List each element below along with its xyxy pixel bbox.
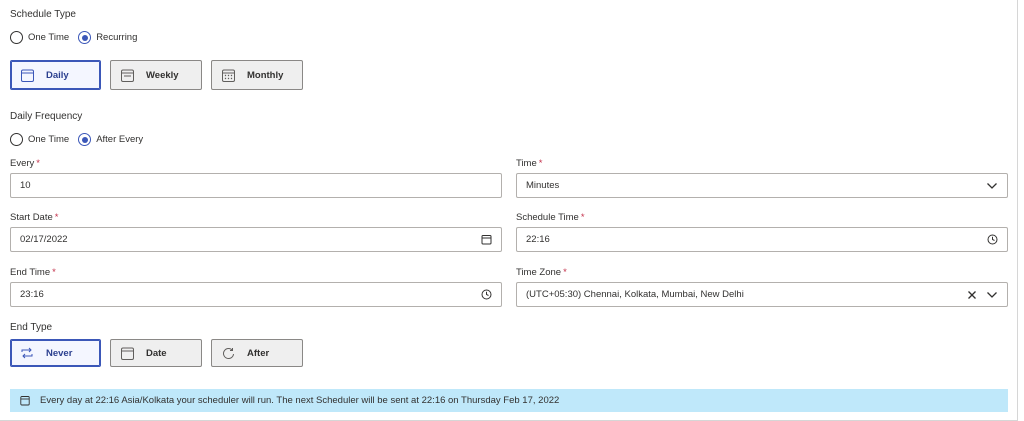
end-time-label: End Time *	[10, 267, 56, 278]
tile-label: After	[247, 347, 270, 359]
schedule-type-label: Schedule Type	[10, 9, 76, 20]
time-value: Minutes	[526, 180, 560, 191]
radio-freq-one-time[interactable]: One Time	[10, 133, 69, 146]
tile-never[interactable]: Never	[10, 339, 101, 367]
time-zone-label: Time Zone *	[516, 267, 567, 278]
time-select[interactable]: Minutes	[516, 173, 1008, 198]
tile-label: Never	[46, 347, 73, 359]
calendar-icon	[20, 395, 32, 407]
tile-label: Monthly	[247, 69, 284, 81]
tile-label: Daily	[46, 69, 69, 81]
radio-after-every[interactable]: After Every	[78, 133, 143, 146]
radio-circle[interactable]	[10, 31, 23, 44]
tile-label: Weekly	[146, 69, 179, 81]
banner-text: Every day at 22:16 Asia/Kolkata your sch…	[40, 395, 560, 406]
start-date-value: 02/17/2022	[20, 234, 68, 245]
end-type-label: End Type	[10, 322, 53, 333]
radio-circle[interactable]	[78, 31, 92, 44]
chevron-down-icon[interactable]	[985, 179, 999, 193]
tile-weekly[interactable]: Weekly	[110, 60, 202, 90]
every-input[interactable]: 10	[10, 173, 502, 198]
radio-label: One Time	[28, 32, 70, 43]
daily-frequency-radio-group: One Time After Every	[10, 133, 152, 146]
radio-one-time[interactable]: One Time	[10, 31, 69, 44]
calendar-icon	[119, 345, 135, 361]
required-marker: *	[36, 158, 40, 169]
radio-circle[interactable]	[78, 133, 92, 146]
required-marker: *	[54, 212, 59, 223]
schedule-time-value: 22:16	[526, 234, 550, 245]
calendar-icon[interactable]	[479, 233, 493, 247]
schedule-time-label: Schedule Time *	[516, 212, 585, 223]
calendar-day-icon	[19, 67, 35, 83]
radio-circle[interactable]	[10, 133, 23, 146]
tile-date[interactable]: Date	[110, 339, 202, 367]
required-marker: *	[580, 212, 585, 223]
rotate-icon	[220, 345, 236, 361]
radio-recurring[interactable]: Recurring	[78, 31, 137, 44]
daily-frequency-label: Daily Frequency	[10, 111, 83, 122]
calendar-month-icon	[220, 67, 236, 83]
radio-label: After Every	[96, 134, 144, 145]
close-icon[interactable]	[965, 288, 979, 302]
required-marker: *	[563, 267, 567, 278]
calendar-week-icon	[119, 67, 135, 83]
tile-label: Date	[146, 347, 167, 359]
schedule-time-input[interactable]: 22:16	[516, 227, 1008, 252]
tile-after[interactable]: After	[211, 339, 303, 367]
schedule-type-radio-group: One Time Recurring	[10, 31, 146, 44]
chevron-down-icon[interactable]	[985, 288, 999, 302]
clock-icon[interactable]	[479, 288, 493, 302]
schedule-summary-banner: Every day at 22:16 Asia/Kolkata your sch…	[10, 389, 1008, 412]
required-marker: *	[52, 267, 56, 278]
end-time-value: 23:16	[20, 289, 44, 300]
time-label: Time *	[516, 158, 543, 169]
repeat-icon	[19, 345, 35, 361]
required-marker: *	[538, 158, 543, 169]
start-date-input[interactable]: 02/17/2022	[10, 227, 502, 252]
time-zone-value: (UTC+05:30) Chennai, Kolkata, Mumbai, Ne…	[526, 289, 744, 300]
tile-monthly[interactable]: Monthly	[211, 60, 303, 90]
start-date-label: Start Date *	[10, 212, 59, 223]
every-value: 10	[20, 180, 31, 191]
radio-label: Recurring	[96, 32, 138, 43]
end-time-input[interactable]: 23:16	[10, 282, 502, 307]
tile-daily[interactable]: Daily	[10, 60, 101, 90]
clock-icon[interactable]	[985, 233, 999, 247]
every-label: Every *	[10, 158, 40, 169]
time-zone-select[interactable]: (UTC+05:30) Chennai, Kolkata, Mumbai, Ne…	[516, 282, 1008, 307]
radio-label: One Time	[28, 134, 70, 145]
